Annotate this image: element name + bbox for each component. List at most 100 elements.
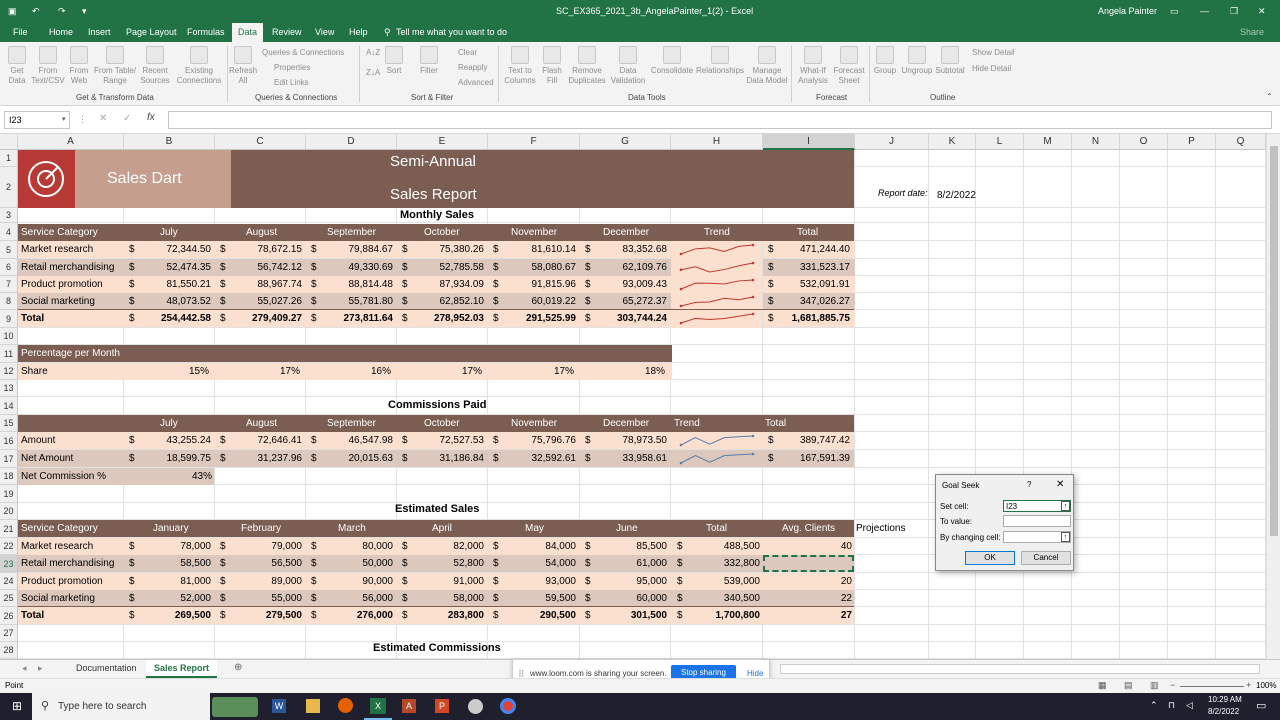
column-header[interactable]: F <box>488 134 580 150</box>
refresh-all-button[interactable]: Refresh All <box>229 46 257 86</box>
estimate-value[interactable]: 82,000 <box>407 541 484 552</box>
sales-value[interactable]: 81,610.14 <box>498 244 577 255</box>
commission-value[interactable]: 20,015.63 <box>316 453 394 464</box>
sales-value[interactable]: 62,109.76 <box>590 262 668 273</box>
access-icon[interactable]: A <box>402 699 416 713</box>
formula-input[interactable] <box>168 111 1272 129</box>
row-header[interactable]: 17 <box>0 450 18 468</box>
total-value[interactable]: 278,952.03 <box>407 313 484 324</box>
text-to-columns-button[interactable]: Text to Columns <box>502 46 538 86</box>
column-header[interactable]: A <box>18 134 124 150</box>
estimate-value[interactable]: 79,000 <box>225 541 302 552</box>
next-sheet-icon[interactable]: ▸ <box>38 663 43 674</box>
row-header[interactable]: 8 <box>0 293 18 310</box>
zoom-level[interactable]: 100% <box>1256 681 1276 690</box>
row-header[interactable]: 18 <box>0 468 18 485</box>
row-header[interactable]: 21 <box>0 520 18 538</box>
firefox-icon[interactable] <box>338 698 353 713</box>
what-if-analysis-button[interactable]: What-If Analysis <box>795 46 831 86</box>
subtotal-button[interactable]: Subtotal <box>934 46 966 76</box>
chrome-icon[interactable] <box>500 698 516 714</box>
filter-button[interactable]: Filter <box>416 46 442 76</box>
share-value[interactable]: 17% <box>492 366 574 377</box>
total-value[interactable]: 290,500 <box>498 610 576 621</box>
column-header[interactable]: Q <box>1216 134 1266 150</box>
undo-icon[interactable]: ↶ <box>32 6 40 17</box>
column-header[interactable]: D <box>306 134 397 150</box>
collapse-dialog-icon[interactable]: ↑ <box>1061 501 1070 511</box>
tab-view[interactable]: View <box>315 27 334 37</box>
sales-value[interactable]: 60,019.22 <box>498 296 577 307</box>
estimate-value[interactable]: 55,000 <box>225 593 302 604</box>
prev-sheet-icon[interactable]: ◂ <box>22 663 27 674</box>
queries-connections-button[interactable]: Queries & Connections <box>262 48 344 57</box>
excel-icon[interactable]: X <box>370 698 386 714</box>
estimate-value[interactable]: 91,000 <box>407 576 484 587</box>
commission-value[interactable]: 75,796.76 <box>498 435 577 446</box>
to-value-input[interactable] <box>1003 515 1071 527</box>
avg-clients[interactable]: 22 <box>766 593 852 604</box>
total-value[interactable]: 279,409.27 <box>225 313 302 324</box>
redo-icon[interactable]: ↷ <box>58 6 66 17</box>
help-button[interactable]: ? <box>1027 480 1031 489</box>
consolidate-button[interactable]: Consolidate <box>650 46 694 76</box>
commission-value[interactable]: 31,237.96 <box>225 453 303 464</box>
tell-me-box[interactable]: Tell me what you want to do <box>396 27 507 37</box>
row-header[interactable]: 24 <box>0 573 18 590</box>
sales-value[interactable]: 75,380.26 <box>407 244 485 255</box>
windows-start-icon[interactable]: ⊞ <box>12 699 22 713</box>
from-table-button[interactable]: From Table/ Range <box>92 46 138 86</box>
normal-view-icon[interactable]: ▦ <box>1098 680 1107 691</box>
commission-value[interactable]: 46,547.98 <box>316 435 394 446</box>
estimate-value[interactable]: 95,000 <box>590 576 667 587</box>
sales-value[interactable]: 72,344.50 <box>134 244 212 255</box>
estimate-value[interactable]: 56,000 <box>316 593 393 604</box>
row-total[interactable]: 471,244.40 <box>775 244 850 255</box>
estimate-value[interactable]: 52,000 <box>134 593 211 604</box>
sales-value[interactable]: 78,672.15 <box>225 244 303 255</box>
name-box[interactable]: I23 <box>4 111 70 129</box>
sales-value[interactable]: 88,967.74 <box>225 279 303 290</box>
from-text-csv-button[interactable]: From Text/CSV <box>30 46 66 86</box>
commission-value[interactable]: 72,646.41 <box>225 435 303 446</box>
save-icon[interactable]: ▣ <box>8 6 17 17</box>
tab-review[interactable]: Review <box>272 27 302 37</box>
commission-total[interactable]: 389,747.42 <box>775 435 850 446</box>
selected-cell-i23[interactable] <box>763 555 854 572</box>
cancel-entry-icon[interactable]: ✕ <box>99 113 107 124</box>
add-sheet-icon[interactable]: ⊕ <box>234 662 242 673</box>
total-value[interactable]: 301,500 <box>590 610 667 621</box>
data-validation-button[interactable]: Data Validation <box>608 46 648 86</box>
row-total[interactable]: 532,091.91 <box>775 279 850 290</box>
tab-data[interactable]: Data <box>232 23 264 42</box>
file-explorer-icon[interactable] <box>306 699 320 713</box>
row-header[interactable]: 25 <box>0 590 18 607</box>
estimate-value[interactable]: 89,000 <box>225 576 302 587</box>
tab-formulas[interactable]: Formulas <box>187 27 225 37</box>
sort-za-icon[interactable]: Z↓A <box>366 68 380 77</box>
share-value[interactable]: 16% <box>310 366 391 377</box>
hide-button[interactable]: Hide <box>747 669 763 678</box>
sheet-tab-documentation[interactable]: Documentation <box>76 663 137 673</box>
total-value[interactable]: 276,000 <box>316 610 393 621</box>
share-button[interactable]: Share <box>1240 27 1264 37</box>
network-icon[interactable]: ⊓ <box>1168 700 1175 711</box>
flash-fill-button[interactable]: Flash Fill <box>540 46 564 86</box>
sales-value[interactable]: 56,742.12 <box>225 262 303 273</box>
estimate-value[interactable]: 81,000 <box>134 576 211 587</box>
row-header[interactable]: 12 <box>0 363 18 380</box>
column-header[interactable]: G <box>580 134 671 150</box>
column-header[interactable]: J <box>855 134 929 150</box>
sales-value[interactable]: 65,272.37 <box>590 296 668 307</box>
column-header[interactable]: K <box>929 134 976 150</box>
estimate-value[interactable]: 52,800 <box>407 558 484 569</box>
estimate-value[interactable]: 56,500 <box>225 558 302 569</box>
minimize-icon[interactable]: — <box>1200 6 1209 16</box>
row-header[interactable]: 2 <box>0 167 18 208</box>
collapse-dialog-icon[interactable]: ↑ <box>1061 532 1070 542</box>
column-header[interactable]: C <box>215 134 306 150</box>
system-tray-chevron-icon[interactable]: ⌃ <box>1150 700 1158 711</box>
total-value[interactable]: 269,500 <box>134 610 211 621</box>
clock-time[interactable]: 10:29 AM <box>1208 695 1242 704</box>
namebox-dropdown-icon[interactable]: ▾ <box>62 115 66 123</box>
